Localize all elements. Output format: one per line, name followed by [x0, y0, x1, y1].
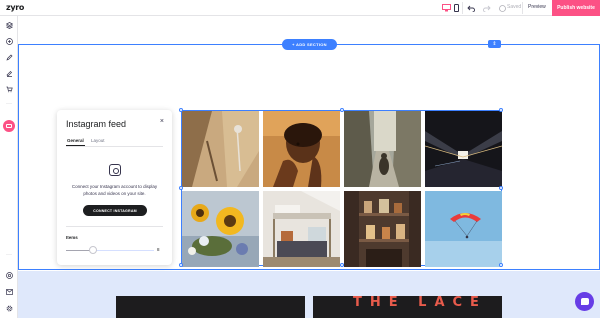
tab-divider — [66, 146, 163, 147]
resize-handle[interactable] — [179, 108, 183, 112]
items-label: Items — [66, 235, 78, 240]
resize-handle[interactable] — [179, 263, 183, 267]
add-section-button[interactable]: + ADD SECTION — [282, 39, 337, 50]
section-move-handle[interactable]: ⇕ — [488, 40, 501, 48]
top-bar: zyro Saved Preview Publish website — [0, 0, 600, 16]
mobile-icon[interactable] — [451, 3, 461, 13]
tab-general[interactable]: General — [67, 138, 84, 143]
active-tab-indicator — [66, 145, 85, 146]
close-icon[interactable]: × — [160, 118, 164, 125]
resize-handle[interactable] — [499, 108, 503, 112]
next-section-image — [116, 296, 305, 318]
gallery-image[interactable] — [425, 191, 502, 267]
panel-description: Connect your Instagram account to displa… — [71, 184, 158, 196]
chat-button[interactable] — [575, 292, 594, 311]
tab-layout[interactable]: Layout — [91, 138, 105, 143]
desktop-icon[interactable] — [441, 3, 451, 13]
connect-instagram-button[interactable]: CONNECT INSTAGRAM — [83, 205, 147, 216]
items-slider-value: 8 — [157, 247, 160, 252]
left-sidebar: ··· ··· — [0, 16, 18, 318]
instagram-feed-panel: Instagram feed × General Layout Connect … — [57, 110, 172, 265]
resize-handle[interactable] — [179, 186, 183, 190]
edit-icon[interactable] — [4, 68, 14, 78]
gallery-image[interactable] — [344, 111, 421, 187]
saved-status: Saved — [507, 4, 522, 10]
settings-icon[interactable] — [4, 303, 14, 313]
gallery-image[interactable] — [425, 111, 502, 187]
mail-icon[interactable] — [4, 287, 14, 297]
instagram-gallery[interactable] — [179, 108, 503, 267]
more-icon[interactable]: ··· — [6, 101, 12, 107]
more-icon[interactable]: ··· — [6, 252, 12, 258]
logo: zyro — [6, 3, 25, 12]
chat-icon — [580, 298, 589, 305]
resize-handle[interactable] — [499, 263, 503, 267]
instagram-feed-icon[interactable] — [3, 120, 15, 132]
resize-handle[interactable] — [340, 263, 344, 267]
layers-icon[interactable] — [4, 20, 14, 30]
gallery-image[interactable] — [263, 111, 340, 187]
editor-root: zyro Saved Preview Publish website ··· ·… — [0, 0, 600, 318]
panel-title: Instagram feed — [66, 119, 127, 129]
redo-icon[interactable] — [482, 3, 492, 13]
gallery-image[interactable] — [182, 191, 259, 267]
instagram-icon — [109, 164, 121, 176]
panel-divider — [66, 226, 163, 227]
preview-button[interactable]: Preview — [528, 4, 546, 10]
next-section — [18, 271, 600, 318]
pen-icon[interactable] — [4, 52, 14, 62]
saved-check-icon — [497, 3, 507, 13]
help-icon[interactable] — [4, 270, 14, 280]
resize-handle[interactable] — [340, 108, 344, 112]
cart-icon[interactable] — [4, 84, 14, 94]
gallery-image[interactable] — [182, 111, 259, 187]
resize-handle[interactable] — [499, 186, 503, 190]
publish-website-button[interactable]: Publish website — [552, 0, 600, 16]
items-slider-handle[interactable] — [89, 246, 97, 254]
toolbar-divider — [522, 2, 523, 14]
toolbar-divider — [462, 2, 463, 14]
gallery-image[interactable] — [263, 191, 340, 267]
gallery-image[interactable] — [344, 191, 421, 267]
add-icon[interactable] — [4, 36, 14, 46]
next-section-image-neon: THE LACE — [313, 296, 502, 318]
undo-icon[interactable] — [466, 3, 476, 13]
neon-sign-text: THE LACE — [353, 296, 487, 310]
